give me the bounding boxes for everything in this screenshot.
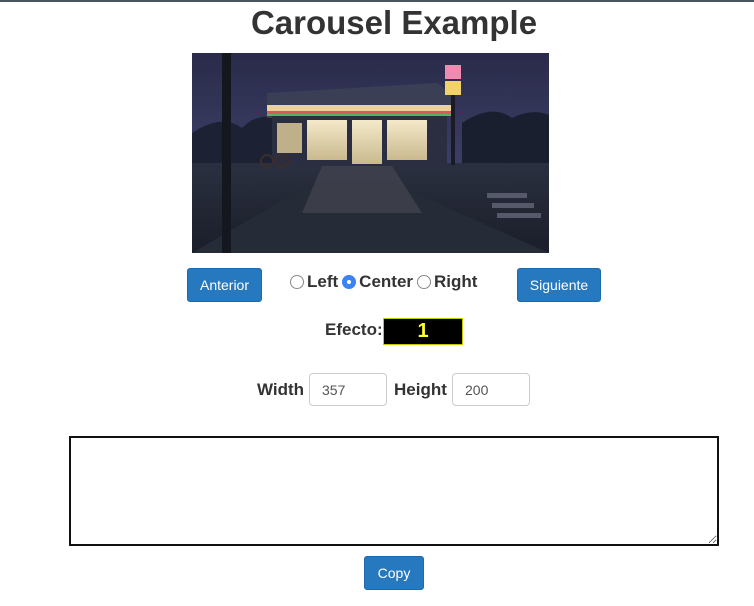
efecto-value: 1 — [383, 318, 463, 345]
anterior-button[interactable]: Anterior — [187, 268, 262, 302]
radio-left-label: Left — [307, 272, 339, 291]
page: Carousel Example Anterior Left Center Ri… — [0, 0, 754, 606]
radio-right-label: Right — [434, 272, 478, 291]
siguiente-button[interactable]: Siguiente — [517, 268, 601, 302]
radio-left-indicator[interactable] — [290, 275, 304, 289]
height-label: Height — [394, 380, 447, 399]
width-input[interactable] — [309, 373, 387, 406]
radio-right[interactable]: Right — [417, 272, 477, 292]
output-textarea[interactable] — [69, 436, 719, 546]
radio-center[interactable]: Center — [342, 272, 413, 292]
width-label: Width — [257, 380, 305, 399]
copy-button[interactable]: Copy — [364, 556, 424, 590]
radio-center-indicator[interactable] — [342, 275, 357, 289]
alignment-radio-group: Left Center Right — [290, 270, 481, 294]
height-input[interactable] — [452, 373, 530, 406]
radio-right-indicator[interactable] — [417, 275, 432, 289]
radio-center-label: Center — [359, 272, 414, 291]
efecto-label: Efecto: — [325, 320, 383, 339]
page-title: Carousel Example — [250, 4, 538, 41]
carousel-image — [192, 53, 549, 253]
radio-left[interactable]: Left — [290, 272, 338, 292]
store-illustration — [192, 53, 549, 253]
